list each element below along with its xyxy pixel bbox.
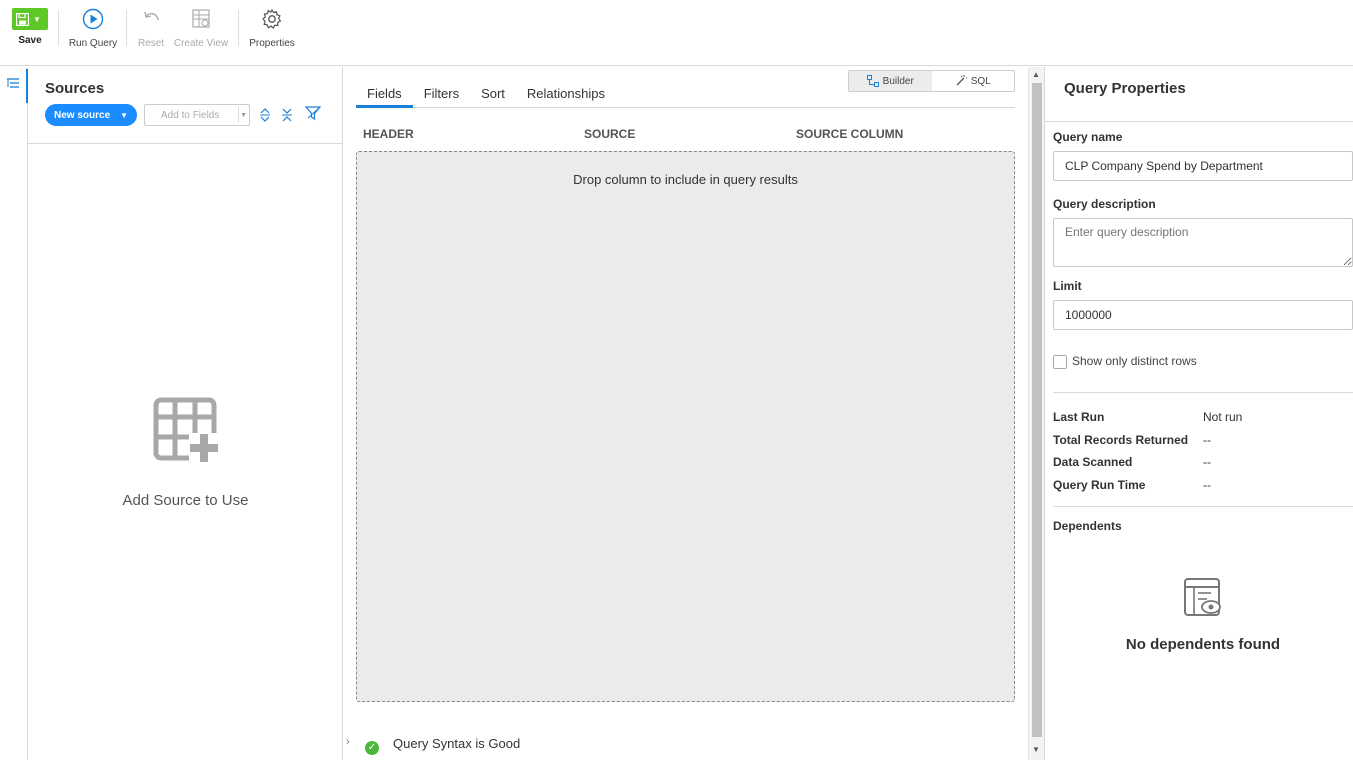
tab-filters[interactable]: Filters: [413, 85, 470, 108]
toolbar-divider: [126, 10, 127, 46]
new-source-button[interactable]: New source ▼: [45, 104, 137, 126]
run-query-label: Run Query: [68, 38, 118, 49]
play-icon: [82, 8, 104, 30]
total-records-label: Total Records Returned: [1053, 433, 1189, 447]
split-divider: [238, 107, 239, 123]
distinct-rows-checkbox[interactable]: [1053, 355, 1067, 369]
sources-header: Sources New source ▼ Add to Fields ▼: [28, 67, 342, 144]
no-dependents-state: No dependents found: [1053, 577, 1353, 653]
run-query-button[interactable]: Run Query: [68, 8, 118, 49]
chevron-down-icon: ▼: [33, 14, 41, 24]
toolbar-divider: [238, 10, 239, 46]
reset-label: Reset: [137, 38, 165, 49]
properties-title: Query Properties: [1064, 80, 1186, 97]
divider: [1053, 392, 1353, 393]
save-label: Save: [18, 35, 42, 46]
empty-sources-state: Add Source to Use: [28, 397, 343, 509]
create-view-button[interactable]: Create View: [173, 8, 229, 49]
no-dependents-message: No dependents found: [1125, 636, 1281, 653]
sources-title: Sources: [45, 80, 105, 97]
last-run-label: Last Run: [1053, 410, 1105, 424]
run-time-value: --: [1203, 478, 1211, 492]
limit-input[interactable]: [1053, 300, 1353, 330]
total-records-value: --: [1203, 433, 1211, 447]
tab-sort[interactable]: Sort: [470, 85, 516, 108]
scroll-up-icon[interactable]: ▲: [1032, 70, 1040, 79]
query-name-input[interactable]: [1053, 151, 1353, 181]
chevron-down-icon: ▼: [120, 110, 128, 120]
query-properties-panel: Query Properties Query name Query descri…: [1045, 67, 1353, 760]
table-add-icon: [153, 397, 219, 463]
center-scrollbar[interactable]: ▲ ▼: [1028, 67, 1045, 760]
toolbar: ▼ Save Run Query Reset Create View Prope…: [0, 0, 1353, 66]
check-circle-icon: ✓: [365, 741, 379, 755]
query-builder-panel: Builder SQL Fields Filters Sort Relation…: [343, 67, 1028, 760]
properties-label: Properties: [249, 38, 295, 49]
collapse-all-icon[interactable]: [279, 107, 295, 123]
toolbar-divider: [58, 10, 59, 46]
chevron-right-icon[interactable]: ›: [346, 736, 350, 748]
header-column-heading: HEADER: [363, 127, 414, 141]
last-run-value: Not run: [1203, 410, 1243, 424]
save-dropdown[interactable]: ▼: [12, 8, 48, 30]
dependents-label: Dependents: [1053, 519, 1122, 533]
filter-icon[interactable]: [305, 105, 321, 121]
empty-sources-message: Add Source to Use: [122, 492, 249, 509]
tab-relationships[interactable]: Relationships: [516, 85, 616, 108]
query-name-label: Query name: [1053, 130, 1123, 144]
add-to-fields-button[interactable]: Add to Fields ▼: [144, 104, 250, 126]
source-column-heading: SOURCE: [584, 127, 636, 141]
tab-fields[interactable]: Fields: [356, 85, 413, 108]
expand-all-icon[interactable]: [257, 107, 273, 123]
view-document-icon: [1184, 578, 1221, 616]
create-view-label: Create View: [173, 38, 229, 49]
new-source-label: New source: [54, 109, 111, 121]
distinct-rows-label: Show only distinct rows: [1072, 354, 1197, 368]
dropzone-message: Drop column to include in query results: [573, 172, 798, 187]
data-scanned-label: Data Scanned: [1053, 455, 1133, 469]
tree-list-icon[interactable]: [6, 78, 20, 90]
save-button[interactable]: ▼ Save: [12, 8, 48, 46]
data-scanned-value: --: [1203, 455, 1211, 469]
query-status-bar: › ✓ Query Syntax is Good: [343, 732, 1028, 760]
reset-button[interactable]: Reset: [135, 8, 167, 49]
limit-label: Limit: [1053, 279, 1082, 293]
divider: [1053, 506, 1353, 507]
fields-dropzone[interactable]: Drop column to include in query results: [356, 151, 1015, 702]
left-rail: [0, 67, 28, 760]
floppy-disk-icon: [16, 12, 29, 26]
sources-panel: Sources New source ▼ Add to Fields ▼ Add…: [28, 67, 343, 760]
run-time-label: Query Run Time: [1053, 478, 1146, 492]
gear-icon: [262, 8, 282, 29]
divider: [1045, 121, 1353, 122]
builder-tabs: Fields Filters Sort Relationships: [356, 85, 1015, 108]
create-view-icon: [192, 9, 210, 28]
query-description-input[interactable]: [1053, 218, 1353, 267]
properties-button[interactable]: Properties: [247, 8, 297, 49]
scroll-down-icon[interactable]: ▼: [1032, 745, 1040, 754]
add-to-fields-label: Add to Fields: [161, 109, 220, 121]
undo-icon: [144, 11, 159, 21]
source-column-column-heading: SOURCE COLUMN: [796, 127, 904, 141]
query-description-label: Query description: [1053, 197, 1156, 211]
query-status-text: Query Syntax is Good: [393, 736, 521, 751]
chevron-down-icon[interactable]: ▼: [240, 112, 247, 119]
scrollbar-thumb[interactable]: [1032, 83, 1042, 737]
